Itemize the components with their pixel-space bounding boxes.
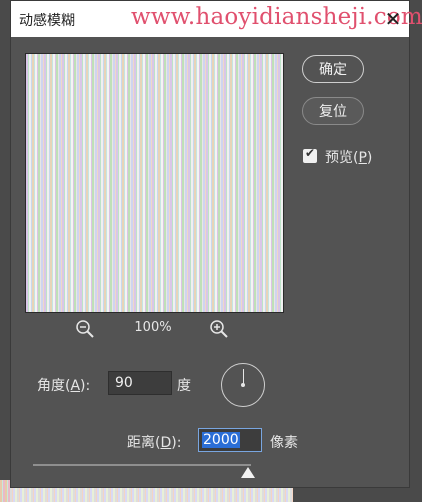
zoom-level: 100% <box>134 320 172 335</box>
distance-slider-thumb[interactable] <box>241 467 255 478</box>
angle-dial[interactable] <box>221 363 265 407</box>
angle-label: 角度(A): <box>37 378 91 394</box>
background-image-strip <box>0 480 10 502</box>
distance-input[interactable]: 2000 <box>198 428 262 452</box>
angle-dial-center <box>241 383 245 387</box>
distance-label: 距离(D): <box>127 435 182 451</box>
angle-unit: 度 <box>177 378 191 394</box>
preview-canvas[interactable] <box>25 53 284 313</box>
zoom-out-icon[interactable] <box>75 319 95 339</box>
distance-slider-track[interactable] <box>33 464 251 466</box>
angle-input[interactable] <box>108 371 172 395</box>
zoom-in-icon[interactable] <box>209 319 229 339</box>
reset-button[interactable]: 复位 <box>302 97 364 125</box>
close-button[interactable]: ✕ <box>381 7 405 31</box>
background-image-strip-bottom <box>10 488 293 502</box>
preview-checkbox[interactable]: ✔ <box>303 146 317 163</box>
ok-button[interactable]: 确定 <box>302 55 364 83</box>
watermark-text: www.haoyidiansheji.com <box>131 4 422 30</box>
zoom-controls: 100% <box>75 319 235 341</box>
checkmark-icon: ✔ <box>305 146 316 160</box>
distance-value-selected: 2000 <box>202 432 240 448</box>
title-bar: 动感模糊 www.haoyidiansheji.com ✕ <box>11 1 422 37</box>
dialog-title: 动感模糊 <box>19 13 75 29</box>
preview-label: 预览(P) <box>325 150 373 166</box>
motion-blur-dialog: 动感模糊 www.haoyidiansheji.com ✕ 100% 确定 复位… <box>10 0 422 488</box>
distance-unit: 像素 <box>270 435 298 451</box>
